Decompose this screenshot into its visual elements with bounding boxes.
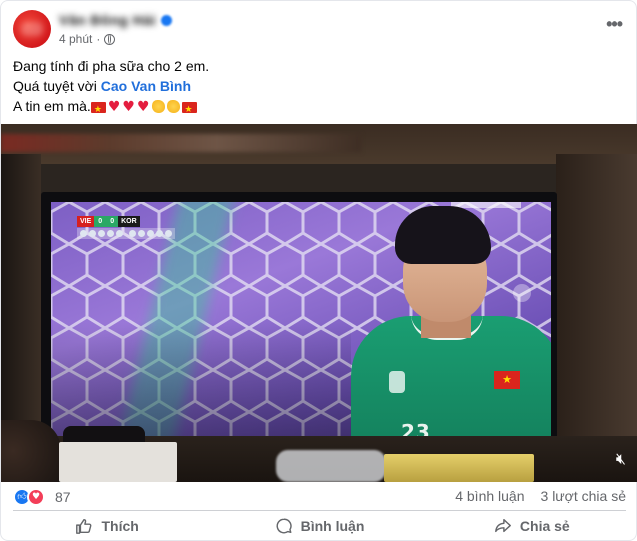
post-text: Đang tính đi pha sữa cho 2 em. Quá tuyệt… (13, 56, 210, 120)
love-reaction-icon: ♥ (27, 488, 45, 506)
engagement-counts: 4 bình luận 3 lượt chia sẻ (455, 488, 626, 505)
like-label: Thích (101, 518, 139, 534)
speaker-muted-icon[interactable]: 🔇︎ (616, 449, 626, 469)
divider (13, 510, 626, 511)
jersey-crest-icon (389, 371, 405, 393)
share-button[interactable]: Chia sẻ (426, 512, 637, 540)
like-button[interactable]: Thích (1, 512, 213, 540)
facebook-post: Văn Đông Hải 4 phút · ••• Đang tính đi p… (0, 0, 637, 541)
author-name[interactable]: Văn Đông Hải (59, 12, 156, 28)
post-timestamp[interactable]: 4 phút (59, 32, 92, 46)
television: VIE 0 0 KOR ★ 23 (41, 192, 557, 460)
red-heart-emoji-icon: ♥ (122, 99, 135, 115)
comment-count[interactable]: 4 bình luận (455, 488, 524, 505)
post-video[interactable]: VIE 0 0 KOR ★ 23 🔇︎ (1, 124, 637, 482)
post-meta: 4 phút · (59, 32, 116, 46)
goalkeeper: ★ 23 (351, 206, 551, 450)
thumbs-up-icon (76, 518, 92, 534)
public-globe-icon (104, 33, 116, 45)
post-line-3-prefix: A tin em mà. (13, 98, 91, 114)
book (384, 454, 534, 482)
reaction-count[interactable]: 87 (55, 489, 71, 505)
vietnam-flag-badge-icon: ★ (494, 371, 520, 389)
tv-screen: VIE 0 0 KOR ★ 23 (51, 202, 551, 450)
shelf (1, 134, 361, 152)
post-line-3: A tin em mà.♥♥♥ (13, 96, 209, 120)
scoreboard: VIE 0 0 KOR (77, 216, 175, 240)
red-heart-emoji-icon: ♥ (136, 99, 150, 115)
post-line-2-prefix: Quá tuyệt vời (13, 78, 101, 94)
post-line-1: Đang tính đi pha sữa cho 2 em. (13, 58, 210, 74)
home-score: 0 (94, 216, 107, 227)
comment-label: Bình luận (300, 518, 365, 534)
home-team: VIE (77, 216, 95, 227)
mention-link[interactable]: Cao Van Bình (101, 78, 191, 94)
white-box (59, 442, 177, 482)
post-line-2: Quá tuyệt vời Cao Van Bình (13, 76, 209, 96)
avatar[interactable] (13, 10, 51, 48)
comment-bubble-icon (276, 518, 292, 534)
ellipsis-icon[interactable]: ••• (606, 15, 623, 33)
penalty-dots (77, 228, 126, 239)
away-team: KOR (118, 216, 140, 227)
red-heart-emoji-icon: ♥ (107, 99, 121, 115)
plastic-bag (276, 450, 386, 482)
clap-emoji-icon (151, 100, 165, 113)
verified-badge-icon (161, 14, 173, 26)
post-author[interactable]: Văn Đông Hải (59, 12, 173, 28)
vietnam-flag-emoji-icon (90, 100, 106, 120)
penalty-dots (126, 228, 175, 239)
share-arrow-icon (494, 518, 511, 533)
action-bar: Thích Bình luận Chia sẻ (1, 512, 637, 540)
comment-button[interactable]: Bình luận (213, 512, 425, 540)
share-count[interactable]: 3 lượt chia sẻ (541, 488, 626, 505)
away-score: 0 (106, 216, 119, 227)
clap-emoji-icon (166, 100, 180, 113)
vietnam-flag-emoji-icon (181, 100, 197, 120)
reactions-summary[interactable]: 👍︎ ♥ 87 (13, 488, 71, 506)
share-label: Chia sẻ (519, 518, 570, 534)
